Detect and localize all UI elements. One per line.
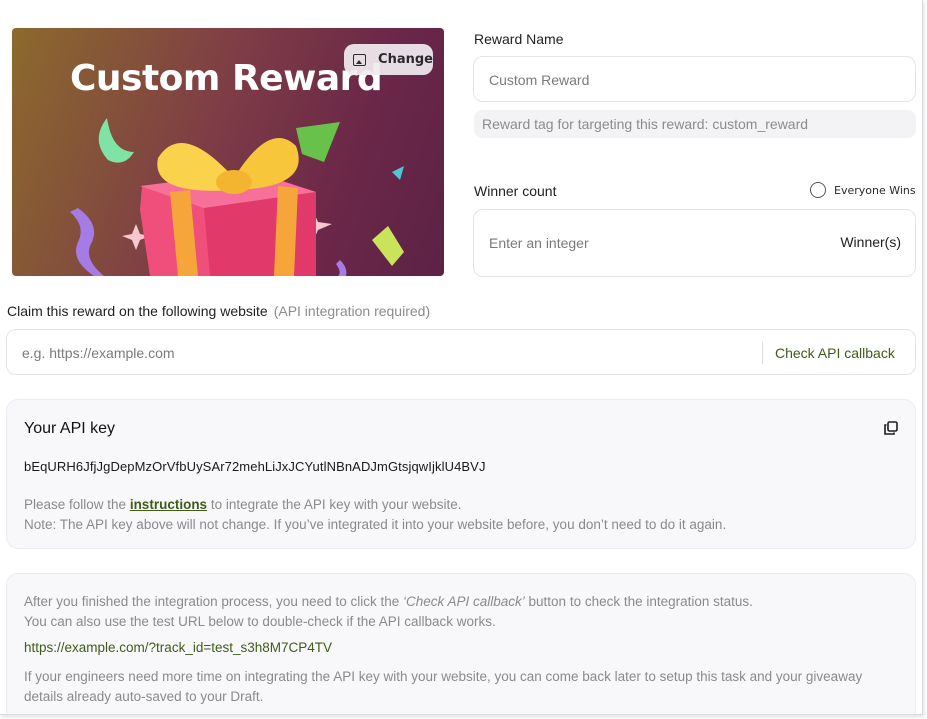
winner-count-placeholder: Enter an integer bbox=[489, 235, 589, 251]
everyone-wins-label: Everyone Wins bbox=[834, 183, 916, 197]
everyone-wins-option[interactable]: Everyone Wins bbox=[810, 182, 916, 198]
image-icon bbox=[353, 53, 367, 66]
reward-tag-text: Reward tag for targeting this reward: cu… bbox=[482, 116, 809, 132]
website-url-input[interactable]: e.g. https://example.com Check API callb… bbox=[6, 329, 916, 375]
reward-settings-panel: Custom Reward Change Reward Name Custom … bbox=[0, 0, 923, 715]
integration-later-note: If your engineers need more time on inte… bbox=[24, 669, 863, 704]
integration-instructions: After you finished the integration proce… bbox=[24, 592, 904, 632]
claim-website-label: Claim this reward on the following websi… bbox=[7, 303, 430, 319]
api-key-title: Your API key bbox=[24, 420, 116, 437]
change-image-button[interactable]: Change bbox=[344, 44, 433, 75]
input-divider bbox=[762, 342, 763, 364]
api-key-value[interactable]: bEqURH6JfjJgDepMzOrVfbUySAr72mehLiJxJCYu… bbox=[24, 459, 486, 474]
winner-suffix: Winner(s) bbox=[840, 234, 901, 250]
reward-banner-image: Custom Reward Change bbox=[12, 28, 444, 276]
note-suffix: to integrate the API key with your websi… bbox=[207, 497, 462, 512]
instructions-link[interactable]: instructions bbox=[130, 497, 207, 512]
banner-title: Custom Reward bbox=[70, 58, 383, 99]
reward-tag-note: Reward tag for targeting this reward: cu… bbox=[474, 110, 916, 138]
gift-ribbon-right bbox=[274, 186, 298, 276]
reward-name-label: Reward Name bbox=[474, 31, 564, 47]
gift-bow-knot bbox=[216, 170, 252, 194]
confetti-green bbox=[296, 122, 340, 162]
reward-name-input[interactable]: Custom Reward bbox=[473, 56, 916, 102]
winner-count-input[interactable]: Enter an integer Winner(s) bbox=[473, 209, 916, 277]
radio-unchecked-icon[interactable] bbox=[810, 182, 826, 198]
website-url-placeholder: e.g. https://example.com bbox=[22, 345, 175, 361]
note-line2: Note: The API key above will not change.… bbox=[24, 517, 727, 532]
test-url[interactable]: https://example.com/?track_id=test_s3h8M… bbox=[24, 640, 332, 655]
claim-label-text: Claim this reward on the following websi… bbox=[7, 303, 268, 319]
copy-icon[interactable] bbox=[884, 421, 898, 435]
confetti-ribbon-right bbox=[336, 260, 347, 276]
integration-info-card: After you finished the integration proce… bbox=[6, 573, 916, 714]
confetti-ribbon-left bbox=[70, 208, 104, 276]
confetti-lime bbox=[372, 226, 404, 266]
line2: You can also use the test URL below to d… bbox=[24, 614, 496, 629]
line1-suffix: button to check the integration status. bbox=[524, 594, 753, 609]
check-api-callback-button[interactable]: Check API callback bbox=[775, 345, 895, 361]
reward-name-value: Custom Reward bbox=[489, 72, 590, 88]
confetti-moon bbox=[98, 118, 134, 163]
line1-emphasis: ‘Check API callback’ bbox=[402, 594, 525, 609]
api-key-note: Please follow the instructions to integr… bbox=[24, 495, 726, 535]
winner-count-label: Winner count bbox=[474, 183, 557, 199]
api-key-card: Your API key bEqURH6JfjJgDepMzOrVfbUySAr… bbox=[6, 399, 916, 549]
confetti-teal bbox=[392, 166, 404, 180]
note-prefix: Please follow the bbox=[24, 497, 130, 512]
claim-hint: (API integration required) bbox=[273, 303, 431, 319]
line1-prefix: After you finished the integration proce… bbox=[24, 594, 403, 609]
change-button-label: Change bbox=[378, 52, 433, 67]
